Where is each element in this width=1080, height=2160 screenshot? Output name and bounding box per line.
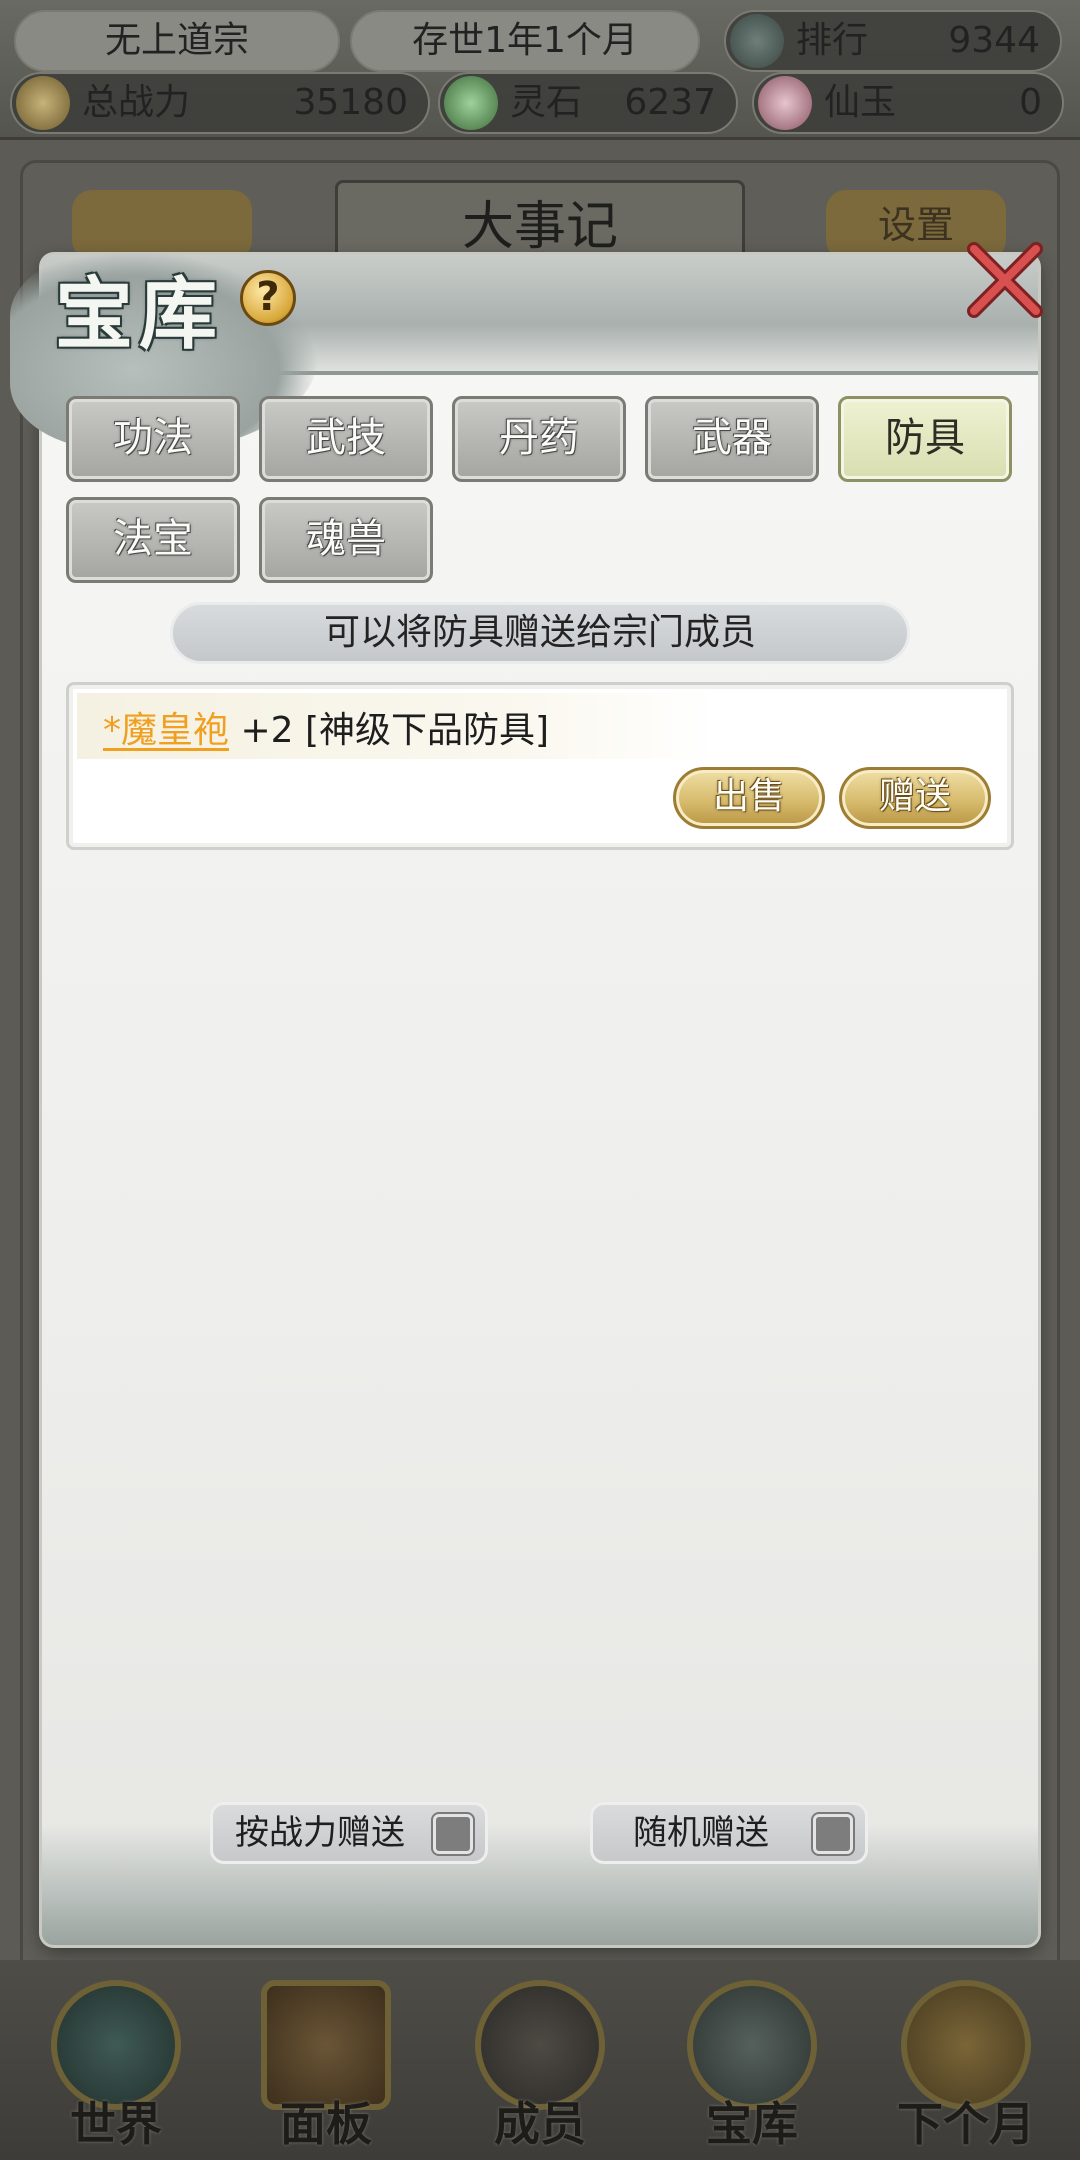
tab-wuji[interactable]: 武技 xyxy=(259,396,433,482)
item-name[interactable]: *魔皇袍 xyxy=(103,710,229,751)
era-pill: 存世1年1个月 xyxy=(350,10,700,72)
item-title: *魔皇袍 +2 [神级下品防具] xyxy=(103,701,549,753)
power-label: 总战力 xyxy=(82,82,191,123)
help-icon[interactable]: ? xyxy=(240,270,296,326)
nav-world[interactable]: 世界 xyxy=(16,1970,216,2160)
tab-danyao[interactable]: 丹药 xyxy=(452,396,626,482)
nav-next-month-label: 下个月 xyxy=(897,2097,1035,2151)
jade-value: 0 xyxy=(1019,82,1042,123)
nav-world-label: 世界 xyxy=(70,2097,162,2151)
spirit-stone-icon xyxy=(444,76,498,130)
dialog-footer-decoration xyxy=(42,1825,1038,1945)
random-gift-label: 随机赠送 xyxy=(633,1813,769,1853)
item-detail: +2 [神级下品防具] xyxy=(229,710,550,751)
gift-by-power-label: 按战力赠送 xyxy=(235,1813,405,1853)
nav-members-label: 成员 xyxy=(494,2097,586,2151)
random-gift-toggle[interactable]: 随机赠送 xyxy=(590,1802,868,1864)
bottom-nav: 世界 面板 成员 宝库 下个月 xyxy=(0,1960,1080,2160)
item-card: *魔皇袍 +2 [神级下品防具] 出售 赠送 xyxy=(66,682,1014,850)
tab-fabao[interactable]: 法宝 xyxy=(66,497,240,583)
close-icon[interactable] xyxy=(960,235,1050,325)
sect-name: 无上道宗 xyxy=(104,20,249,61)
sect-name-pill: 无上道宗 xyxy=(14,10,340,72)
jade-label: 仙玉 xyxy=(824,82,897,123)
era-text: 存世1年1个月 xyxy=(412,20,638,61)
jade-icon xyxy=(758,76,812,130)
nav-members[interactable]: 成员 xyxy=(440,1970,640,2160)
power-value: 35180 xyxy=(293,82,408,123)
tab-wuqi[interactable]: 武器 xyxy=(645,396,819,482)
spirit-stone-value: 6237 xyxy=(624,82,716,123)
random-gift-checkbox[interactable] xyxy=(813,1814,853,1854)
nav-panel[interactable]: 面板 xyxy=(226,1970,426,2160)
spirit-stone-label: 灵石 xyxy=(510,82,583,123)
gift-by-power-checkbox[interactable] xyxy=(433,1814,473,1854)
spirit-stone-pill: 灵石 6237 xyxy=(438,72,738,134)
power-pill: 总战力 35180 xyxy=(10,72,430,134)
nav-treasury[interactable]: 宝库 xyxy=(652,1970,852,2160)
dialog-title: 宝库 xyxy=(55,269,224,360)
rank-value: 9344 xyxy=(948,20,1040,61)
rank-icon xyxy=(730,14,784,68)
gift-button[interactable]: 赠送 xyxy=(839,767,991,829)
nav-next-month[interactable]: 下个月 xyxy=(866,1970,1066,2160)
nav-treasury-label: 宝库 xyxy=(706,2097,798,2151)
sword-icon xyxy=(16,76,70,130)
top-status-bar: 无上道宗 存世1年1个月 排行 9344 总战力 35180 灵石 6237 仙… xyxy=(0,0,1080,140)
sell-button[interactable]: 出售 xyxy=(673,767,825,829)
gift-by-power-toggle[interactable]: 按战力赠送 xyxy=(210,1802,488,1864)
gift-notice: 可以将防具赠送给宗门成员 xyxy=(170,602,910,664)
rank-pill[interactable]: 排行 9344 xyxy=(724,10,1062,72)
jade-pill: 仙玉 0 xyxy=(752,72,1064,134)
rank-label: 排行 xyxy=(796,20,869,61)
tab-gongfa[interactable]: 功法 xyxy=(66,396,240,482)
tab-fangju[interactable]: 防具 xyxy=(838,396,1012,482)
nav-panel-label: 面板 xyxy=(280,2097,372,2151)
tab-hunshou[interactable]: 魂兽 xyxy=(259,497,433,583)
